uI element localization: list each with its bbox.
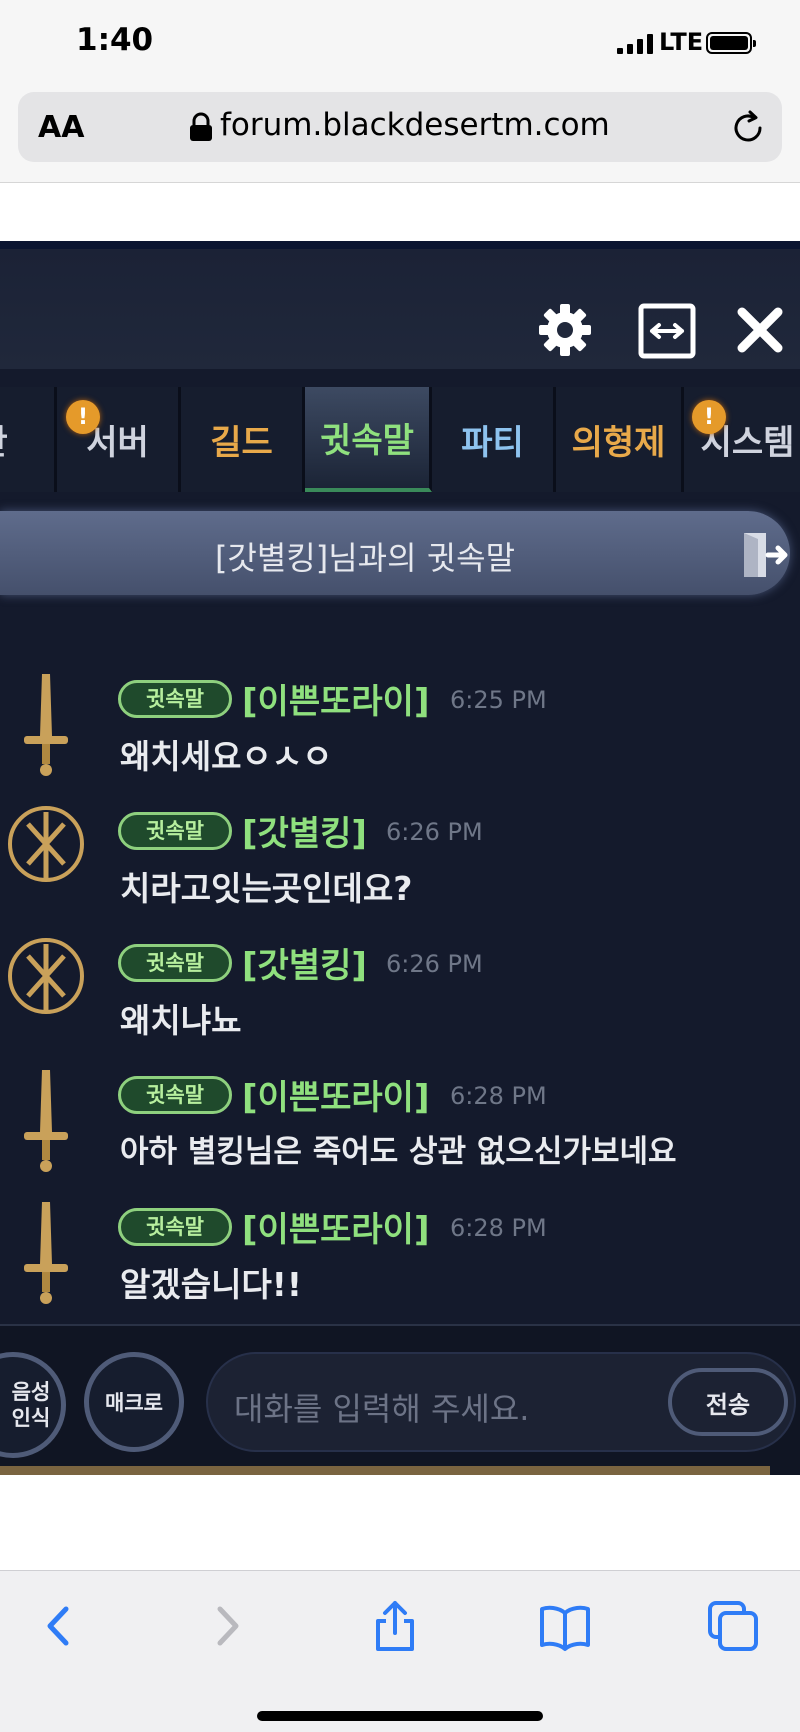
chat-message: 귓속말 [이쁜또라이] 6:28 PM 알겠습니다!! (0, 1198, 800, 1326)
emblem-icon (8, 806, 84, 882)
voice-input-label: 음성 인식 (11, 1380, 51, 1430)
top-border (0, 241, 800, 249)
home-indicator (257, 1711, 543, 1721)
chat-message: 귓속말 [갓별킹] 6:26 PM 치라고잇는곳인데요? (0, 802, 800, 930)
whisper-tag: 귓속말 (118, 1208, 232, 1246)
text-size-button[interactable]: AA (38, 110, 84, 145)
chat-message: 귓속말 [갓별킹] 6:26 PM 왜치냐뇨 (0, 934, 800, 1062)
reload-icon[interactable] (730, 108, 766, 146)
tab-guild[interactable]: 길드 (181, 387, 305, 492)
whisper-tag: 귓속말 (118, 812, 232, 850)
status-bar: 1:40 LTE (0, 0, 800, 88)
message-text: 왜치세요ㅇㅅㅇ (120, 737, 333, 776)
chat-header (0, 249, 800, 369)
sender-name: [갓별킹] (242, 946, 367, 986)
conversation-title: [갓별킹]님과의 귓속말 (214, 539, 516, 577)
network-label: LTE (659, 28, 704, 56)
text-size-label: AA (38, 110, 85, 145)
browser-toolbar (0, 1570, 800, 1732)
tab-general[interactable]: 반 (0, 387, 57, 492)
message-time: 6:26 PM (386, 950, 483, 978)
sender-name: [갓별킹] (242, 814, 367, 854)
bottom-gold-border (0, 1466, 770, 1475)
gear-icon[interactable] (537, 302, 593, 358)
game-chat-window: 반 서버 길드 귓속말 파티 의형제 시스템 ! ! [갓별킹]님과의 귓속말 … (0, 241, 800, 1475)
chat-input[interactable]: 대화를 입력해 주세요. 전송 (206, 1352, 796, 1452)
forward-icon[interactable] (200, 1599, 254, 1653)
tab-label: 파티 (461, 423, 524, 463)
tab-party[interactable]: 파티 (432, 387, 556, 492)
exit-icon[interactable] (738, 529, 788, 581)
send-label: 전송 (705, 1390, 751, 1419)
message-time: 6:26 PM (386, 818, 483, 846)
sword-icon (24, 1070, 68, 1172)
whisper-tag: 귓속말 (118, 680, 232, 718)
emblem-icon (8, 938, 84, 1014)
message-text: 알겠습니다!! (120, 1265, 302, 1304)
message-text: 왜치냐뇨 (120, 1001, 242, 1040)
share-icon[interactable] (368, 1599, 422, 1653)
expand-icon[interactable] (638, 303, 696, 359)
sender-name: [이쁜또라이] (242, 682, 430, 722)
tab-label: 귓속말 (320, 421, 414, 461)
url-text[interactable]: forum.blackdesertm.com (220, 107, 610, 143)
tab-whisper[interactable]: 귓속말 (305, 387, 432, 492)
address-bar[interactable]: AA forum.blackdesertm.com (18, 92, 782, 162)
conversation-header: [갓별킹]님과의 귓속말 (0, 511, 790, 595)
macro-button[interactable]: 매크로 (84, 1352, 184, 1452)
message-time: 6:28 PM (450, 1082, 547, 1110)
chat-message: 귓속말 [이쁜또라이] 6:25 PM 왜치세요ㅇㅅㅇ (0, 670, 800, 798)
tabs-icon[interactable] (706, 1599, 760, 1653)
back-icon[interactable] (32, 1599, 86, 1653)
macro-label: 매크로 (105, 1391, 163, 1415)
browser-header: AA forum.blackdesertm.com (0, 88, 800, 183)
whisper-tag: 귓속말 (118, 1076, 232, 1114)
chat-tabs: 반 서버 길드 귓속말 파티 의형제 시스템 ! ! (0, 387, 800, 492)
notification-badge: ! (66, 400, 100, 434)
message-text: 치라고잇는곳인데요? (120, 869, 413, 908)
battery-icon (706, 32, 756, 54)
message-text: 아하 별킹님은 죽어도 상관 없으신가보네요 (120, 1134, 677, 1170)
voice-input-button[interactable]: 음성 인식 (0, 1352, 66, 1458)
whisper-tag: 귓속말 (118, 944, 232, 982)
clock: 1:40 (76, 22, 154, 58)
chat-input-placeholder: 대화를 입력해 주세요. (234, 1390, 530, 1428)
close-icon[interactable] (734, 304, 786, 356)
sender-name: [이쁜또라이] (242, 1078, 430, 1118)
message-time: 6:28 PM (450, 1214, 547, 1242)
signal-icon (617, 34, 653, 54)
lock-icon (190, 112, 212, 141)
chat-message: 귓속말 [이쁜또라이] 6:28 PM 아하 별킹님은 죽어도 상관 없으신가보… (0, 1066, 800, 1194)
sword-icon (24, 1202, 68, 1304)
bookmarks-icon[interactable] (538, 1599, 592, 1653)
tab-sworn-brothers[interactable]: 의형제 (556, 387, 684, 492)
sword-icon (24, 674, 68, 776)
message-time: 6:25 PM (450, 686, 547, 714)
tab-label: 반 (0, 415, 8, 464)
tab-label: 길드 (210, 423, 273, 463)
chat-input-bar: 음성 인식 매크로 대화를 입력해 주세요. 전송 (0, 1324, 800, 1475)
tab-label: 의형제 (571, 423, 666, 463)
notification-badge: ! (692, 400, 726, 434)
sender-name: [이쁜또라이] (242, 1210, 430, 1250)
send-button[interactable]: 전송 (668, 1368, 788, 1436)
